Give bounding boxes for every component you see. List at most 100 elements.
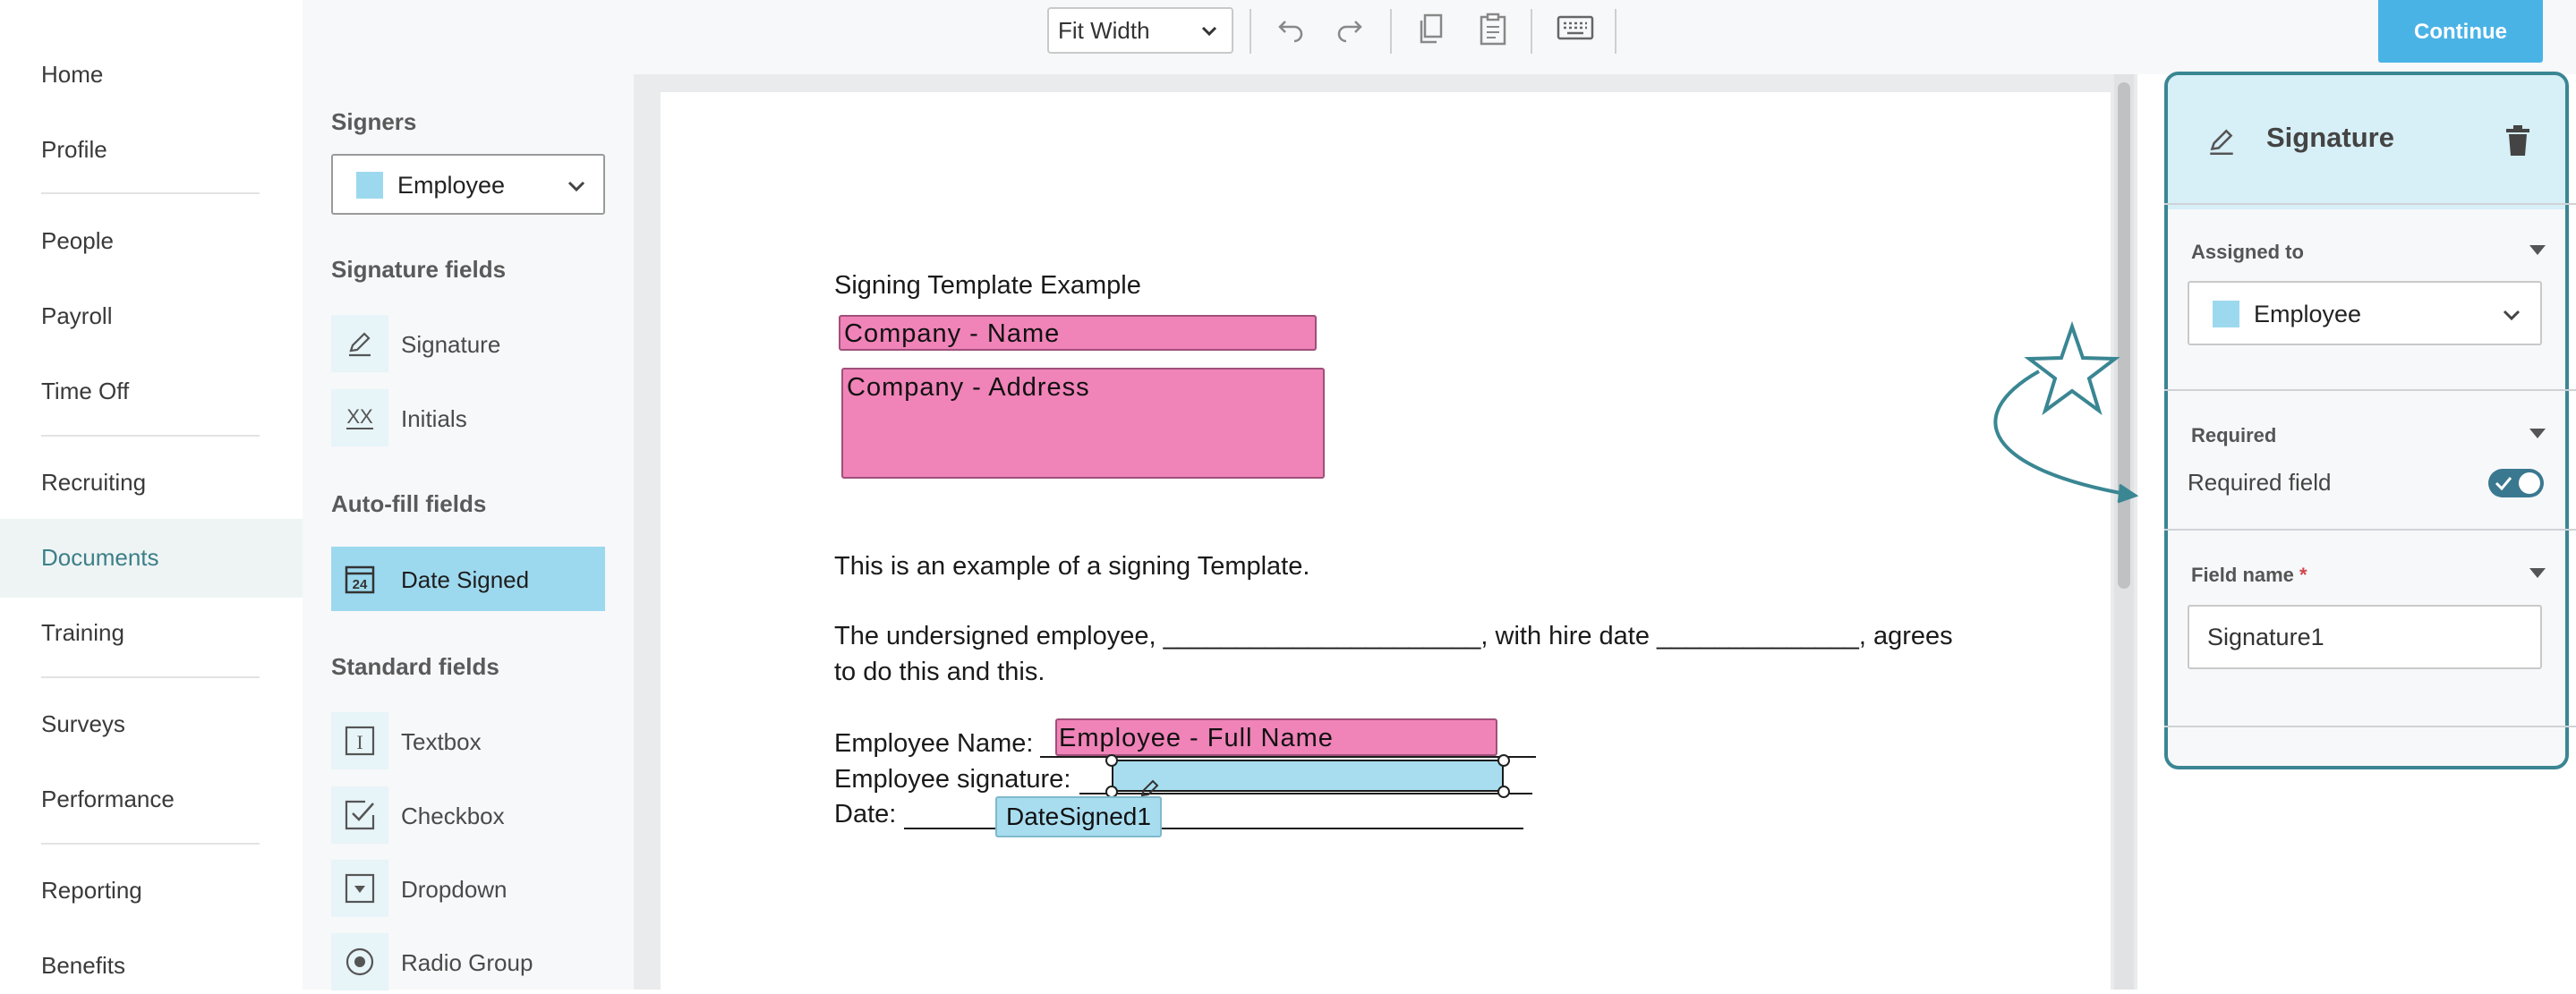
company-name-field[interactable]: Company - Name	[839, 315, 1317, 351]
field-name-input[interactable]: Signature1	[2188, 605, 2542, 669]
document-page: Signing Template Example Company - Name …	[661, 92, 2111, 990]
signer-color-swatch	[2213, 301, 2239, 327]
paste-icon[interactable]	[1477, 13, 1509, 47]
resize-handle[interactable]	[1105, 754, 1118, 767]
nav-item-documents[interactable]: Documents	[41, 544, 159, 572]
nav-item-reporting[interactable]: Reporting	[41, 877, 142, 905]
nav-item-surveys[interactable]: Surveys	[41, 710, 125, 738]
properties-divider	[2164, 389, 2576, 391]
toolbar-divider	[1531, 9, 1532, 54]
nav-item-training[interactable]: Training	[41, 619, 124, 647]
field-date-signed[interactable]: 24 Date Signed	[331, 547, 605, 611]
checkbox-icon	[331, 786, 388, 844]
pen-icon	[1140, 779, 1159, 797]
field-label: Checkbox	[401, 803, 505, 829]
collapse-arrow-icon[interactable]	[2529, 245, 2546, 255]
field-label: Date Signed	[401, 566, 530, 593]
nav-divider	[41, 192, 260, 194]
properties-header: Signature	[2168, 75, 2565, 209]
date-label: Date:	[834, 800, 897, 828]
copy-icon[interactable]	[1415, 13, 1447, 47]
zoom-value: Fit Width	[1058, 17, 1150, 44]
nav-item-performance[interactable]: Performance	[41, 786, 175, 813]
keyboard-icon[interactable]	[1556, 13, 1595, 43]
autofill-fields-heading: Auto-fill fields	[331, 490, 487, 517]
employee-name-label: Employee Name:	[834, 729, 1034, 758]
signer-selected-value: Employee	[397, 172, 506, 199]
star-drag-hint-icon	[1993, 320, 2139, 504]
toolbar-divider	[1250, 9, 1251, 54]
company-address-field[interactable]: Company - Address	[841, 368, 1325, 479]
properties-title: Signature	[2266, 122, 2394, 153]
date-signed-field[interactable]: DateSigned1	[995, 796, 1162, 837]
standard-fields-heading: Standard fields	[331, 653, 499, 680]
document-paragraph-line-2: to do this and this.	[834, 658, 1045, 686]
properties-divider	[2164, 203, 2576, 205]
textbox-icon: I	[331, 712, 388, 769]
employee-signature-field[interactable]	[1112, 760, 1504, 797]
required-field-label: Required field	[2188, 469, 2332, 496]
field-signature[interactable]: Signature	[331, 311, 605, 376]
resize-handle[interactable]	[1497, 754, 1510, 767]
signers-heading: Signers	[331, 108, 417, 135]
nav-divider	[41, 435, 260, 437]
assigned-to-select[interactable]: Employee	[2188, 281, 2542, 345]
toggle-knob	[2519, 472, 2540, 494]
nav-item-people[interactable]: People	[41, 227, 114, 255]
collapse-arrow-icon[interactable]	[2529, 568, 2546, 578]
nav-divider	[41, 843, 260, 845]
employee-full-name-field[interactable]: Employee - Full Name	[1055, 718, 1497, 756]
pen-icon	[331, 315, 388, 372]
required-toggle[interactable]	[2488, 469, 2544, 497]
svg-text:24: 24	[353, 577, 368, 592]
nav-item-profile[interactable]: Profile	[41, 136, 107, 164]
field-label: Textbox	[401, 728, 482, 755]
undo-icon[interactable]	[1276, 13, 1307, 43]
field-name-heading: Field name *	[2191, 564, 2307, 586]
signer-select[interactable]: Employee	[331, 154, 605, 215]
chevron-down-icon	[2503, 310, 2521, 321]
document-title: Signing Template Example	[834, 271, 1141, 300]
redo-icon[interactable]	[1334, 13, 1364, 43]
calendar-icon: 24	[331, 550, 388, 607]
field-label: Radio Group	[401, 949, 533, 976]
radio-icon	[331, 933, 388, 990]
continue-button[interactable]: Continue	[2378, 0, 2543, 63]
svg-text:I: I	[356, 731, 363, 753]
required-heading: Required	[2191, 424, 2277, 446]
nav-item-recruiting[interactable]: Recruiting	[41, 469, 146, 497]
signer-color-swatch	[356, 172, 383, 199]
chevron-down-icon	[1201, 26, 1217, 37]
signature-fields-heading: Signature fields	[331, 256, 507, 283]
nav-divider	[41, 676, 260, 678]
properties-divider	[2164, 726, 2576, 727]
field-label: Signature	[401, 331, 501, 358]
resize-handle[interactable]	[1497, 786, 1510, 798]
chevron-down-icon	[567, 181, 585, 192]
nav-item-payroll[interactable]: Payroll	[41, 302, 112, 330]
nav-item-time-off[interactable]: Time Off	[41, 378, 129, 405]
field-initials[interactable]: XX Initials	[331, 386, 605, 450]
collapse-arrow-icon[interactable]	[2529, 429, 2546, 438]
document-intro-text: This is an example of a signing Template…	[834, 552, 1310, 581]
trash-icon[interactable]	[2503, 123, 2533, 157]
nav-item-benefits[interactable]: Benefits	[41, 952, 125, 980]
field-radio-group[interactable]: Radio Group	[331, 930, 605, 994]
document-canvas: Signing Template Example Company - Name …	[634, 74, 2137, 990]
toolbar-divider	[1390, 9, 1392, 54]
main-nav: Home Profile People Payroll Time Off Rec…	[0, 0, 303, 990]
nav-item-home[interactable]: Home	[41, 61, 103, 89]
initials-icon: XX	[331, 389, 388, 446]
assigned-to-value: Employee	[2254, 301, 2362, 327]
field-textbox[interactable]: I Textbox	[331, 709, 605, 773]
field-checkbox[interactable]: Checkbox	[331, 783, 605, 847]
employee-signature-label: Employee signature:	[834, 765, 1071, 794]
toolbar-divider	[1615, 9, 1616, 54]
document-toolbar: Fit Width	[303, 0, 2576, 74]
field-dropdown[interactable]: Dropdown	[331, 856, 605, 921]
properties-divider	[2164, 529, 2576, 531]
check-icon	[2495, 477, 2512, 491]
field-label: Dropdown	[401, 876, 508, 903]
zoom-select[interactable]: Fit Width	[1047, 7, 1233, 54]
field-label: Initials	[401, 405, 467, 432]
